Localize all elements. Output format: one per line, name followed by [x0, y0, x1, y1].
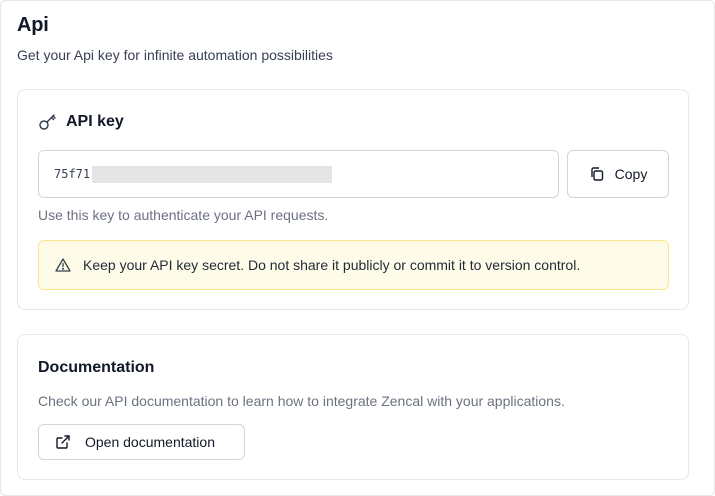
key-icon: [39, 114, 56, 130]
api-key-field[interactable]: 75f71: [38, 150, 559, 198]
api-key-header: API key: [38, 112, 124, 132]
documentation-card: Documentation Check our API documentatio…: [17, 334, 689, 480]
page-subtitle: Get your Api key for infinite automation…: [17, 47, 333, 63]
page-title: Api: [17, 14, 49, 36]
api-key-card: API key 75f71 Copy Use this key to authe…: [17, 89, 689, 310]
api-key-title: API key: [66, 113, 124, 130]
copy-button-label: Copy: [614, 166, 648, 182]
documentation-title: Documentation: [38, 359, 155, 376]
external-link-icon: [56, 435, 70, 449]
warning-triangle-icon: [55, 258, 71, 272]
api-key-help-text: Use this key to authenticate your API re…: [38, 207, 329, 223]
api-settings-page: Api Get your Api key for infinite automa…: [0, 0, 715, 496]
documentation-text: Check our API documentation to learn how…: [38, 393, 565, 409]
api-key-value: 75f71: [54, 167, 91, 181]
security-warning: Keep your API key secret. Do not share i…: [38, 240, 669, 290]
open-documentation-label: Open documentation: [85, 434, 215, 450]
api-key-redaction: [92, 165, 333, 183]
copy-icon: [590, 167, 603, 181]
warning-text: Keep your API key secret. Do not share i…: [83, 257, 581, 273]
open-documentation-button[interactable]: Open documentation: [38, 424, 245, 460]
copy-button[interactable]: Copy: [567, 150, 669, 198]
